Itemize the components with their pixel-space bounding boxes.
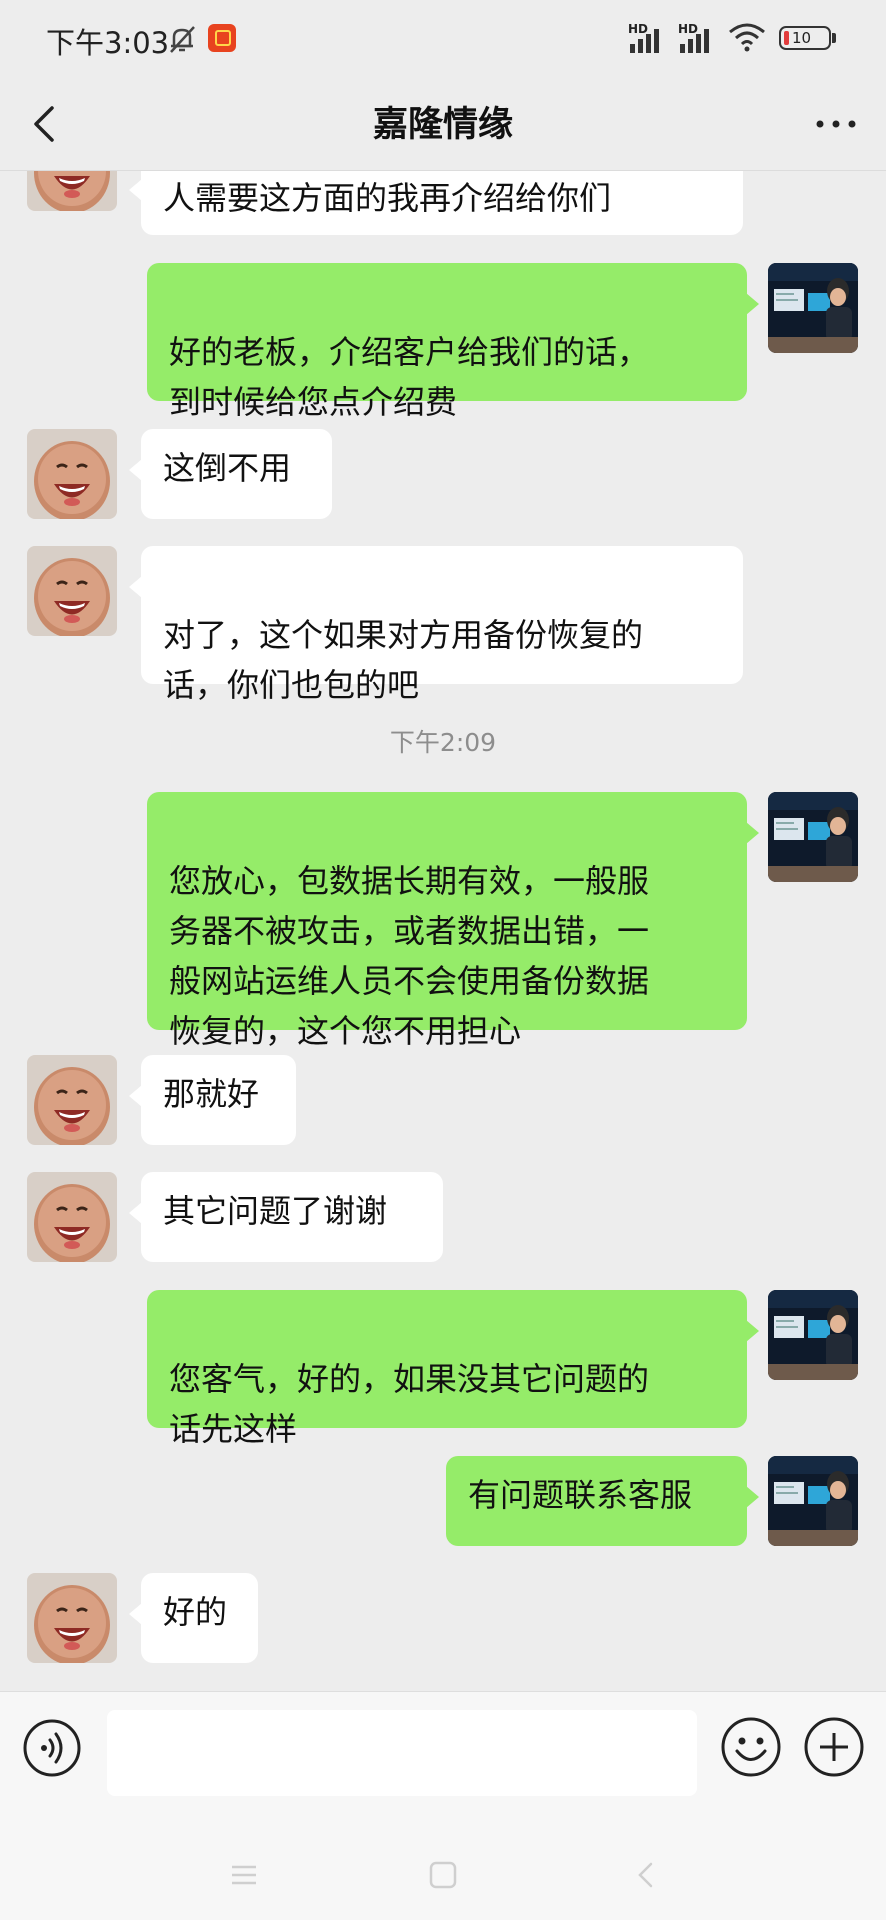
message-text: 人需要这方面的我再介绍给你们 bbox=[163, 179, 612, 217]
status-time: 下午3:03 bbox=[46, 26, 170, 60]
message-text: 有问题联系客服 bbox=[468, 1476, 693, 1514]
contact-avatar[interactable] bbox=[27, 429, 117, 519]
home-icon[interactable] bbox=[428, 1860, 458, 1890]
message-text: 这倒不用 bbox=[163, 449, 292, 487]
menu-icon[interactable] bbox=[229, 1860, 259, 1890]
battery-icon: 10 bbox=[779, 26, 831, 50]
user-avatar[interactable] bbox=[768, 1290, 858, 1380]
message-bubble-outgoing[interactable]: 好的老板，介绍客户给我们的话， 到时候给您点介绍费 bbox=[147, 263, 759, 421]
message-bubble-incoming[interactable]: 对了，这个如果对方用备份恢复的 话，你们也包的吧 bbox=[129, 546, 743, 704]
chat-header: 嘉隆情缘 bbox=[0, 78, 886, 171]
time-divider: 下午2:09 bbox=[389, 728, 497, 757]
user-avatar[interactable] bbox=[768, 263, 858, 353]
message-text: 您客气，好的，如果没其它问题的 话先这样 bbox=[169, 1360, 650, 1448]
message-bubble-incoming[interactable]: 那就好 bbox=[129, 1055, 296, 1145]
emoji-icon[interactable] bbox=[720, 1716, 782, 1778]
message-text: 那就好 bbox=[163, 1075, 260, 1113]
system-nav-bar bbox=[0, 1822, 886, 1920]
back-icon[interactable] bbox=[631, 1860, 661, 1890]
user-avatar[interactable] bbox=[768, 792, 858, 882]
wifi-icon bbox=[729, 23, 765, 52]
mute-bell-icon bbox=[170, 26, 195, 53]
message-bubble-incoming[interactable]: 人需要这方面的我再介绍给你们 bbox=[129, 171, 743, 235]
message-bubble-incoming[interactable]: 好的 bbox=[129, 1573, 258, 1663]
chat-title: 嘉隆情缘 bbox=[372, 105, 513, 145]
status-bar: 下午3:03 HD HD 10 bbox=[0, 0, 886, 78]
message-text: 对了，这个如果对方用备份恢复的 话，你们也包的吧 bbox=[163, 616, 644, 704]
message-input[interactable] bbox=[107, 1710, 697, 1796]
signal-icon bbox=[680, 29, 709, 53]
user-avatar[interactable] bbox=[768, 1456, 858, 1546]
contact-avatar[interactable] bbox=[27, 1055, 117, 1145]
signal-icon bbox=[630, 29, 659, 53]
message-bubble-incoming[interactable]: 这倒不用 bbox=[129, 429, 332, 519]
message-bubble-outgoing[interactable]: 您放心，包数据长期有效，一般服 务器不被攻击，或者数据出错，一 般网站运维人员不… bbox=[147, 792, 759, 1050]
contact-avatar[interactable] bbox=[27, 1573, 117, 1663]
message-bubble-outgoing[interactable]: 有问题联系客服 bbox=[446, 1456, 759, 1546]
voice-icon[interactable] bbox=[22, 1718, 82, 1778]
app-notification-icon bbox=[208, 24, 236, 52]
contact-avatar[interactable] bbox=[27, 1172, 117, 1262]
message-text: 您放心，包数据长期有效，一般服 务器不被攻击，或者数据出错，一 般网站运维人员不… bbox=[169, 862, 650, 1050]
plus-icon[interactable] bbox=[803, 1716, 865, 1778]
message-bubble-outgoing[interactable]: 您客气，好的，如果没其它问题的 话先这样 bbox=[147, 1290, 759, 1448]
contact-avatar[interactable] bbox=[27, 171, 117, 211]
more-dots-icon[interactable] bbox=[806, 96, 866, 152]
message-text: 其它问题了谢谢 bbox=[163, 1192, 388, 1230]
message-list[interactable]: 人需要这方面的我再介绍给你们 好的老板，介绍客户给我们的话， 到时候给您点介绍费… bbox=[0, 171, 886, 1691]
contact-avatar[interactable] bbox=[27, 546, 117, 636]
message-text: 好的老板，介绍客户给我们的话， 到时候给您点介绍费 bbox=[169, 333, 650, 421]
message-bubble-incoming[interactable]: 其它问题了谢谢 bbox=[129, 1172, 443, 1262]
input-bar bbox=[0, 1691, 886, 1822]
battery-level: 10 bbox=[792, 29, 812, 47]
message-text: 好的 bbox=[163, 1593, 228, 1631]
